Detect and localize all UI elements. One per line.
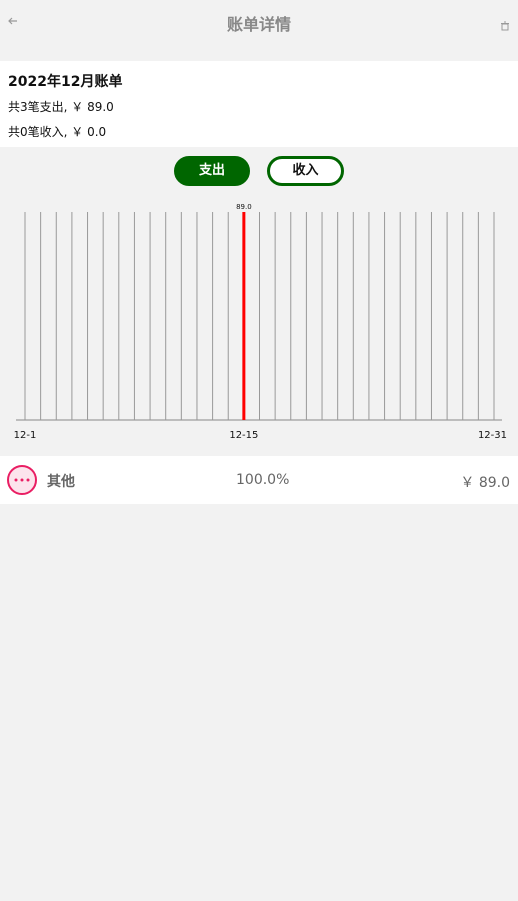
bill-month-title: 2022年12月账单 <box>8 74 123 90</box>
bill-summary: 2022年12月账单 共3笔支出, ￥ 89.0 共0笔收入, ￥ 0.0 <box>0 61 518 147</box>
chart-svg: 89.0 12-1 12-15 12-31 <box>14 203 507 441</box>
tab-expense[interactable]: 支出 <box>174 156 250 186</box>
chart-data-label: 89.0 <box>236 203 252 211</box>
category-list: 其他 100.0% ￥ 89.0 <box>0 456 518 504</box>
more-dots-icon <box>7 465 37 495</box>
category-percent: 100.0% <box>236 472 290 488</box>
trash-icon[interactable] <box>500 16 510 31</box>
chart-tick-label-12-1: 12-1 <box>14 430 37 441</box>
tab-income[interactable]: 收入 <box>267 156 344 186</box>
top-bar: 账单详情 <box>0 0 518 44</box>
chart-tick-label-12-31: 12-31 <box>478 430 507 441</box>
daily-expense-chart: 89.0 12-1 12-15 12-31 <box>0 200 518 448</box>
category-amount: ￥ 89.0 <box>460 475 510 491</box>
income-summary: 共0笔收入, ￥ 0.0 <box>8 125 107 139</box>
page-title: 账单详情 <box>226 15 291 34</box>
chart-tick-label-12-15: 12-15 <box>229 430 258 441</box>
expense-summary: 共3笔支出, ￥ 89.0 <box>8 100 114 114</box>
category-name: 其他 <box>47 474 75 490</box>
